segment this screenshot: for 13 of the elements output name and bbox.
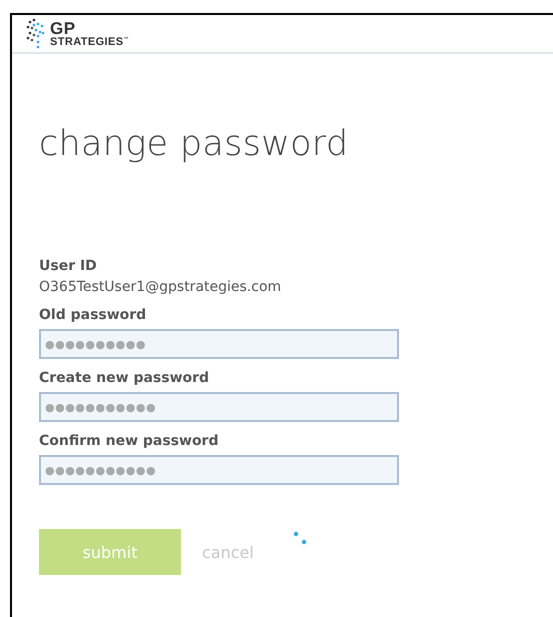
- page-title: change password: [39, 124, 350, 164]
- user-id-text: O365TestUser1@gpstrategies.com: [39, 279, 282, 295]
- logo-icon: [26, 18, 46, 49]
- password-field[interactable]: ●●●●●●●●●●●: [39, 392, 399, 422]
- logo-text: STRATEGIES$^{™}$: [50, 36, 129, 48]
- field-label: User ID: [39, 258, 98, 274]
- submit-button[interactable]: submit: [39, 529, 181, 575]
- password-field[interactable]: ●●●●●●●●●●●: [39, 455, 399, 485]
- logo-text: GP: [50, 20, 76, 36]
- field-label: Old password: [39, 307, 148, 323]
- field-label: Create new password: [39, 370, 210, 386]
- password-field[interactable]: ●●●●●●●●●●: [39, 329, 399, 359]
- field-label: Confirm new password: [39, 433, 220, 449]
